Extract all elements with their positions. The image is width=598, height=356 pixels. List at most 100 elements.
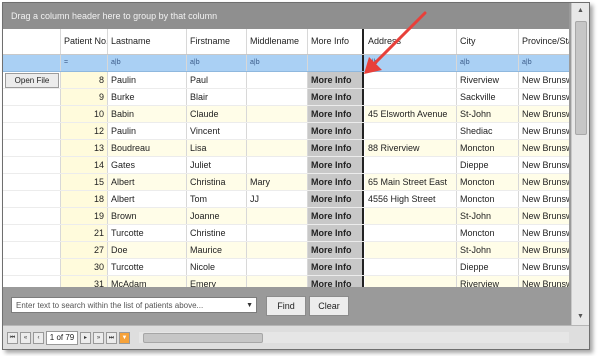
search-input[interactable]: Enter text to search within the list of … — [11, 297, 257, 313]
table-row[interactable]: 9BurkeBlair More Info SackvilleNew Brunswi — [3, 89, 569, 106]
cell-lastname: Turcotte — [108, 225, 187, 241]
header-lastname[interactable]: Lastname — [108, 29, 187, 54]
table-row[interactable]: 18 Albert Tom JJ More Info 4556 High Street Mo… — [3, 191, 569, 208]
open-file-button[interactable]: Open File — [5, 73, 59, 88]
cell-firstname: Lisa — [187, 140, 247, 156]
next-page-group-icon[interactable]: » — [93, 332, 104, 344]
cell-city: Moncton — [457, 225, 519, 241]
cell-more-info[interactable]: More Info — [308, 157, 364, 173]
table-row[interactable]: 14GatesJuliet More Info DieppeNew Brunswi — [3, 157, 569, 174]
cell-more-info[interactable]: More Info — [308, 89, 364, 105]
cell-more-info[interactable]: More Info — [308, 242, 364, 258]
cell-middlename — [247, 140, 308, 156]
chevron-down-icon[interactable]: ▼ — [246, 298, 253, 314]
prev-page-group-icon[interactable]: « — [20, 332, 31, 344]
cell-open-file — [3, 225, 61, 241]
horizontal-scrollbar[interactable] — [139, 332, 569, 343]
cell-city: Moncton — [457, 191, 519, 207]
vertical-scroll-thumb[interactable] — [575, 21, 587, 135]
cell-more-info[interactable]: More Info — [308, 225, 364, 241]
cell-city: Shediac — [457, 123, 519, 139]
cell-middlename — [247, 225, 308, 241]
cell-more-info[interactable]: More Info — [308, 208, 364, 224]
cell-open-file — [3, 157, 61, 173]
cell-province-state: New Brunswi — [522, 194, 569, 204]
cell-more-info[interactable]: More Info — [308, 72, 364, 88]
table-row[interactable]: 12 Paulin Vincent More Info Shediac New Bruns… — [3, 123, 569, 140]
cell-firstname: Christina — [187, 174, 247, 190]
cell-more-info[interactable]: More Info — [308, 259, 364, 275]
table-row[interactable]: 27DoeMaurice More Info St-JohnNew Brunswi — [3, 242, 569, 259]
page-indicator[interactable]: 1 of 79 — [46, 331, 78, 345]
header-firstname[interactable]: Firstname — [187, 29, 247, 54]
table-row[interactable]: 13 Boudreau Lisa More Info 88 Riverview Monct… — [3, 140, 569, 157]
group-by-hint: Drag a column header here to group by th… — [11, 11, 218, 21]
first-page-icon[interactable]: ⏮ — [7, 332, 18, 344]
cell-more-info[interactable]: More Info — [308, 191, 364, 207]
header-actions — [3, 29, 61, 54]
header-province-state[interactable]: Province/State — [519, 29, 569, 54]
group-by-panel[interactable]: Drag a column header here to group by th… — [3, 3, 569, 29]
cell-firstname: Christine — [187, 225, 247, 241]
table-row[interactable]: 19BrownJoanne More Info St-JohnNew Brunswi — [3, 208, 569, 225]
cell-address: 4556 High Street — [365, 191, 457, 207]
cell-lastname: Paulin — [108, 123, 187, 139]
header-patient-no[interactable]: Patient No. — [61, 29, 108, 54]
cell-more-info[interactable]: More Info — [308, 106, 364, 122]
scroll-up-icon[interactable]: ▲ — [572, 3, 589, 19]
scroll-down-icon[interactable]: ▼ — [572, 309, 589, 325]
next-page-icon[interactable]: ▸ — [80, 332, 91, 344]
cell-patient-no: 10 — [61, 106, 108, 122]
table-row[interactable]: 10 Babin Claude More Info 45 Elsworth Avenue… — [3, 106, 569, 123]
cell-patient-no: 21 — [61, 225, 108, 241]
last-page-icon[interactable]: ⏭ — [106, 332, 117, 344]
table-row[interactable]: Open File 8 Paulin Paul More Info Riverview Ne… — [3, 72, 569, 89]
cell-province-state: New Brunswi — [522, 160, 569, 170]
cell-firstname: Paul — [187, 72, 247, 88]
cell-open-file — [3, 89, 61, 105]
cell-open-file — [3, 123, 61, 139]
cell-address — [365, 72, 457, 88]
filter-province-state[interactable]: a|b — [519, 55, 569, 71]
cell-province-state: New Brunswi — [519, 140, 569, 156]
table-row[interactable]: 31 McAdam Emery More Info Riverview New Bruns… — [3, 276, 569, 287]
clear-button[interactable]: Clear — [309, 296, 349, 316]
filter-patient-no[interactable]: = — [61, 55, 108, 71]
filter-lastname[interactable]: a|b — [108, 55, 187, 71]
cell-city: St-John — [457, 242, 519, 258]
prev-page-icon[interactable]: ‹ — [33, 332, 44, 344]
cell-address — [365, 259, 457, 275]
cell-more-info[interactable]: More Info — [308, 140, 364, 156]
table-row[interactable]: 21 Turcotte Christine More Info Moncton New B… — [3, 225, 569, 242]
header-address[interactable]: Address — [365, 29, 457, 54]
cell-lastname: Albert — [108, 174, 187, 190]
cell-patient-no: 12 — [61, 123, 108, 139]
horizontal-scroll-thumb[interactable] — [143, 333, 263, 343]
find-button[interactable]: Find — [266, 296, 306, 316]
cell-lastname: Gates — [108, 157, 187, 173]
filter-middlename[interactable]: a|b — [247, 55, 308, 71]
cell-province-state: New Brunswi — [519, 106, 569, 122]
cell-province-state: New Brunswi — [522, 92, 569, 102]
cell-lastname: Burke — [108, 89, 187, 105]
header-middlename[interactable]: Middlename — [247, 29, 308, 54]
search-placeholder: Enter text to search within the list of … — [16, 301, 204, 310]
cell-middlename — [247, 242, 308, 258]
filter-firstname[interactable]: a|b — [187, 55, 247, 71]
vertical-scrollbar[interactable]: ▲ ▼ — [571, 3, 589, 325]
cell-address — [365, 157, 457, 173]
cell-open-file — [3, 276, 61, 287]
cell-city: Dieppe — [457, 259, 519, 275]
cell-address: 88 Riverview — [365, 140, 457, 156]
cell-more-info[interactable]: More Info — [308, 123, 364, 139]
filter-address[interactable]: a|b — [365, 55, 457, 71]
table-row[interactable]: 30 Turcotte Nicole More Info Dieppe New Bruns… — [3, 259, 569, 276]
filter-funnel-icon[interactable]: ▼ — [119, 332, 130, 344]
table-row[interactable]: 15 Albert Christina Mary More Info 65 Main St… — [3, 174, 569, 191]
header-city[interactable]: City — [457, 29, 519, 54]
cell-more-info[interactable]: More Info — [308, 276, 364, 287]
header-more-info[interactable]: More Info — [308, 29, 364, 54]
cell-middlename — [247, 157, 308, 173]
cell-more-info[interactable]: More Info — [308, 174, 364, 190]
filter-city[interactable]: a|b — [457, 55, 519, 71]
